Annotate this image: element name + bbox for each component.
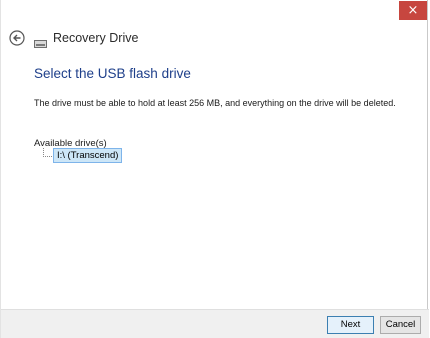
nav-bar: Recovery Drive [1, 28, 421, 52]
close-button[interactable]: × [399, 1, 427, 20]
drive-icon [34, 35, 47, 48]
cancel-button[interactable]: Cancel [380, 316, 421, 334]
drive-list-item[interactable]: I:\ (Transcend) [53, 148, 123, 163]
window-title: Recovery Drive [53, 31, 139, 45]
back-button[interactable] [9, 30, 25, 46]
description-text: The drive must be able to hold at least … [34, 98, 396, 108]
close-icon: × [407, 3, 419, 18]
tree-connector [43, 148, 52, 157]
next-button[interactable]: Next [327, 316, 374, 334]
page-heading: Select the USB flash drive [34, 66, 191, 81]
footer-bar: Next Cancel [1, 309, 429, 338]
back-arrow-icon [9, 30, 25, 46]
recovery-drive-window: × Recovery Drive Select the USB flash dr… [0, 0, 429, 338]
